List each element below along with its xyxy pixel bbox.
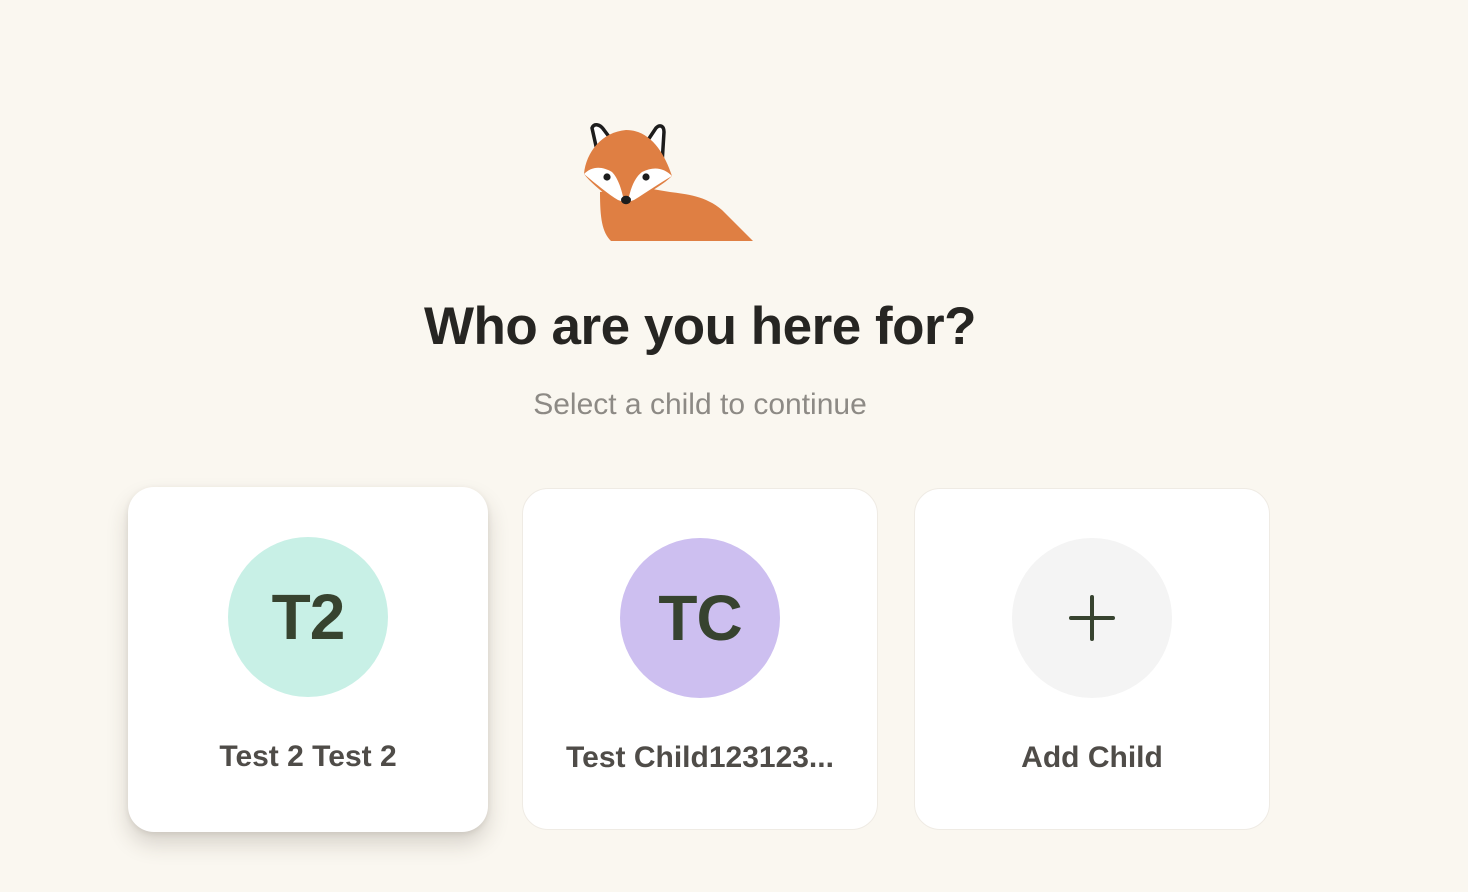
- fox-icon: [584, 123, 753, 241]
- avatar-initials: T2: [271, 581, 346, 653]
- add-child-avatar: [1012, 538, 1172, 698]
- page-subtitle: Select a child to continue: [533, 388, 867, 421]
- child-avatar: T2: [228, 537, 388, 697]
- page-title: Who are you here for?: [424, 297, 976, 356]
- child-name: Test 2 Test 2: [219, 740, 397, 773]
- add-child-button[interactable]: Add Child: [914, 488, 1270, 830]
- child-name: Test Child123123...: [566, 741, 834, 774]
- add-child-label: Add Child: [1021, 741, 1163, 774]
- child-card-test-child[interactable]: TC Test Child123123...: [522, 488, 878, 830]
- plus-icon: [1069, 595, 1115, 641]
- child-select-page: Who are you here for? Select a child to …: [0, 0, 1468, 892]
- child-card-test-2[interactable]: T2 Test 2 Test 2: [128, 487, 488, 832]
- child-avatar: TC: [620, 538, 780, 698]
- avatar-initials: TC: [658, 582, 742, 654]
